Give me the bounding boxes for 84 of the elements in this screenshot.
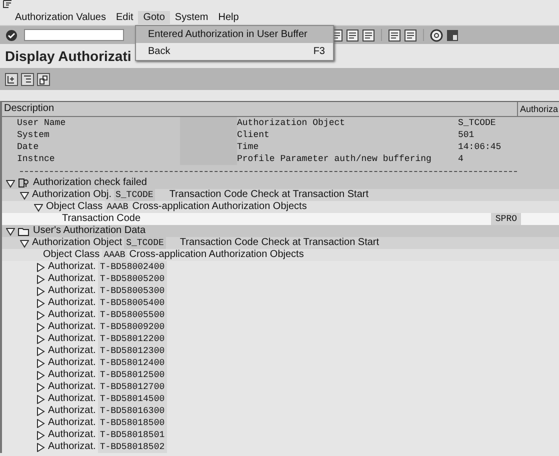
window-icon[interactable] (388, 28, 401, 42)
menu-item[interactable]: Help (213, 11, 244, 24)
info-label: Client (237, 129, 270, 141)
page-icon[interactable] (362, 28, 375, 42)
shortcut-label: F3 (313, 46, 325, 57)
page-title: Display Authorizati (5, 48, 132, 64)
info-label: User Name (17, 117, 67, 129)
info-label: Time (237, 141, 260, 153)
info-label: Authorization Object (237, 117, 346, 129)
authorization-code: T-BD58005400 (98, 297, 167, 309)
node-label: Authorizat. (48, 369, 96, 381)
help-icon[interactable] (430, 28, 443, 42)
node-description: Cross-application Authorization Objects (129, 249, 304, 261)
authorization-code: T-BD58005200 (98, 273, 167, 285)
dropdown-item[interactable]: Entered Authorization in User Buffer (136, 26, 333, 43)
authorization-code: T-BD58012200 (98, 333, 167, 345)
authorization-code: T-BD58018500 (98, 417, 167, 429)
authorization-code: T-BD58002400 (98, 261, 167, 273)
authorization-code: T-BD58014500 (98, 393, 167, 405)
authorization-code: T-BD58018501 (98, 429, 167, 441)
command-field[interactable] (24, 29, 124, 41)
node-label: Authorizat. (48, 429, 96, 441)
node-label: Authorizat. (48, 333, 96, 345)
authorization-code: T-BD58009200 (98, 321, 167, 333)
field-label: Transaction Code (61, 213, 141, 225)
node-label: User's Authorization Data (33, 225, 146, 237)
column-header[interactable]: Description (2, 102, 518, 116)
authorization-code: T-BD58012700 (98, 381, 167, 393)
info-label: Profile Parameter auth/new buffering (237, 153, 432, 165)
object-code: S_TCODE (114, 189, 156, 201)
authorization-code: T-BD58005500 (98, 309, 167, 321)
field-value: SPRO (491, 213, 521, 225)
node-label: Authorizat. (48, 261, 96, 273)
node-label: Authorizat. (48, 381, 96, 393)
info-label: Date (17, 141, 40, 153)
node-label: Authorization Obj. (32, 189, 112, 201)
node-label: Authorizat. (48, 309, 96, 321)
dropdown-item[interactable]: Back F3 (136, 43, 333, 60)
menu-item[interactable]: Edit (110, 11, 138, 24)
authorization-code: T-BD58018502 (98, 441, 167, 453)
authorization-code: T-BD58012300 (98, 345, 167, 357)
node-label: Object Class (43, 249, 100, 261)
node-label: Authorizat. (48, 273, 96, 285)
node-label: Authorizat. (48, 393, 96, 405)
node-label: Authorizat. (48, 417, 96, 429)
info-label: System (17, 129, 50, 141)
node-label: Authorizat. (48, 297, 96, 309)
node-label: Authorization check failed (33, 177, 147, 189)
authorization-code: T-BD58012500 (98, 369, 167, 381)
enter-icon[interactable] (5, 28, 18, 42)
info-value: 14:06:45 (458, 141, 502, 153)
menu-item[interactable]: Goto (138, 11, 170, 24)
authorization-code: T-BD58012400 (98, 357, 167, 369)
info-value: 4 (458, 153, 464, 165)
layout-icon[interactable] (446, 28, 459, 42)
page-icon[interactable] (346, 28, 359, 42)
node-label: Authorizat. (48, 321, 96, 333)
menu-item[interactable]: Authorization Values (10, 11, 111, 24)
node-description: Cross-application Authorization Objects (132, 201, 307, 213)
menu-item[interactable]: System (170, 11, 214, 24)
info-value: S_TCODE (458, 117, 497, 129)
column-header[interactable]: Authoriza (518, 102, 559, 116)
object-code: AAAB (104, 201, 130, 213)
info-label: Instnce (17, 153, 56, 165)
node-label: Authorizat. (48, 357, 96, 369)
object-code: S_TCODE (124, 237, 166, 249)
subtree-icon[interactable] (37, 72, 50, 86)
node-description: Transaction Code Check at Transaction Start (180, 237, 380, 249)
node-label: Authorizat. (48, 441, 96, 453)
node-label: Authorizat. (48, 285, 96, 297)
node-label: Authorization Object (32, 237, 122, 249)
authorization-code: T-BD58016300 (98, 405, 167, 417)
window-menu-icon[interactable] (3, 0, 12, 8)
object-code: AAAB (102, 249, 128, 261)
authorization-code: T-BD58005300 (98, 285, 167, 297)
node-label: Authorizat. (48, 345, 96, 357)
expand-all-icon[interactable] (5, 72, 18, 86)
node-label: Authorizat. (48, 405, 96, 417)
info-value: 501 (458, 129, 476, 141)
node-description: Transaction Code Check at Transaction Start (169, 189, 368, 201)
collapse-all-icon[interactable] (21, 72, 34, 86)
key-document-icon (18, 178, 29, 188)
window-icon[interactable] (404, 28, 417, 42)
node-label: Object Class (46, 201, 103, 213)
